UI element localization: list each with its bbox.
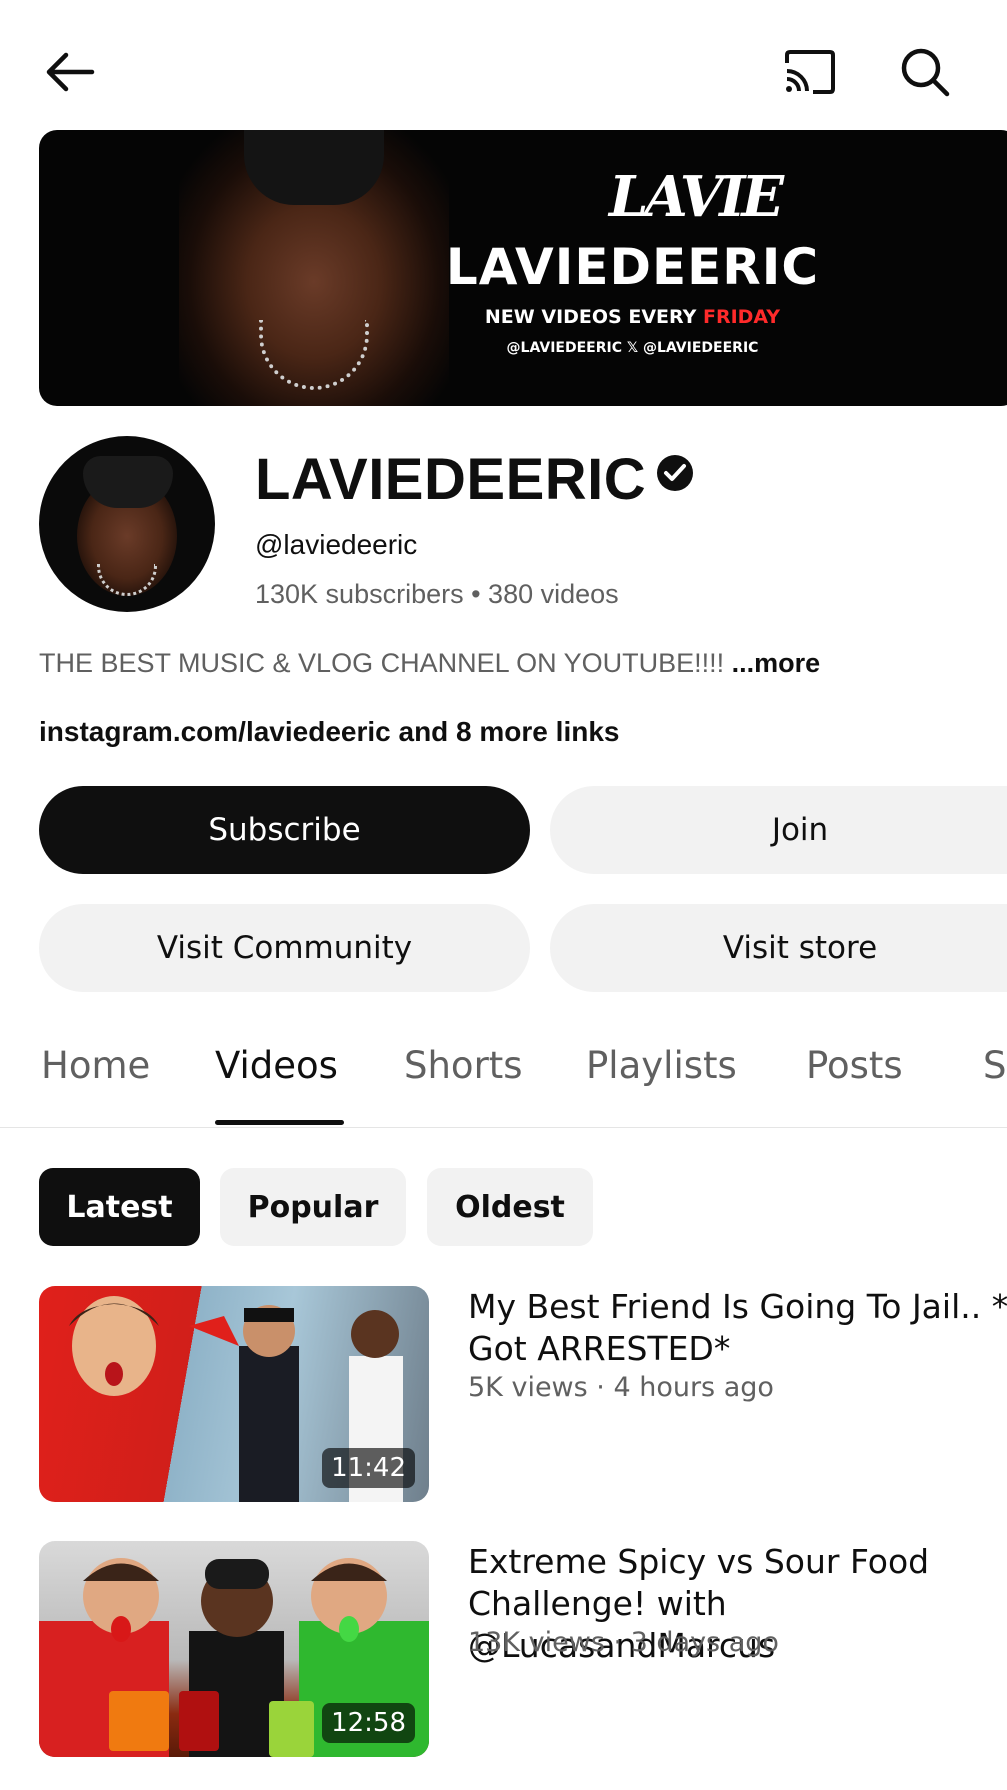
top-bar (0, 0, 1007, 130)
banner-tagline: NEW VIDEOS EVERY FRIDAY (405, 306, 860, 328)
back-arrow-icon (46, 52, 95, 92)
chip-oldest[interactable]: Oldest (427, 1168, 593, 1246)
video-item[interactable]: 11:42 My Best Friend Is Going To Jail.. … (39, 1286, 1007, 1502)
cast-icon (785, 50, 835, 94)
visit-store-button[interactable]: Visit store (550, 904, 1007, 992)
video-thumbnail[interactable]: 12:58 (39, 1541, 429, 1757)
tab-posts[interactable]: Posts (806, 1044, 903, 1087)
channel-handle: @laviedeeric (255, 529, 418, 560)
verified-badge-icon (657, 455, 693, 491)
video-duration: 11:42 (322, 1448, 415, 1488)
search-button[interactable] (885, 36, 965, 108)
channel-description[interactable]: THE BEST MUSIC & VLOG CHANNEL ON YOUTUBE… (39, 648, 820, 679)
tab-shorts[interactable]: Shorts (404, 1044, 523, 1087)
tab-home[interactable]: Home (41, 1044, 150, 1087)
chip-popular[interactable]: Popular (220, 1168, 406, 1246)
tab-store-partial[interactable]: S (983, 1044, 1007, 1087)
video-duration: 12:58 (322, 1703, 415, 1743)
back-button[interactable] (30, 36, 110, 108)
chip-latest[interactable]: Latest (39, 1168, 200, 1246)
tab-playlists[interactable]: Playlists (586, 1044, 737, 1087)
description-text: THE BEST MUSIC & VLOG CHANNEL ON YOUTUBE… (39, 648, 732, 678)
banner-tagline-highlight: FRIDAY (702, 306, 781, 328)
video-thumbnail[interactable]: 11:42 (39, 1286, 429, 1502)
avatar-hat (83, 456, 173, 508)
video-item[interactable]: 12:58 Extreme Spicy vs Sour Food Challen… (39, 1541, 1007, 1757)
join-button[interactable]: Join (550, 786, 1007, 874)
visit-community-button[interactable]: Visit Community (39, 904, 530, 992)
video-meta: 13K views · 3 days ago (468, 1627, 779, 1658)
subscribe-label: Subscribe (208, 812, 361, 848)
search-icon (901, 48, 950, 97)
banner-handles: @LAVIEDEERIC 𝕏 @LAVIEDEERIC (506, 340, 759, 356)
visit-community-label: Visit Community (156, 930, 413, 966)
video-title[interactable]: My Best Friend Is Going To Jail.. *I Got… (468, 1286, 1007, 1370)
description-more-link[interactable]: ...more (732, 648, 821, 678)
tab-videos[interactable]: Videos (215, 1044, 338, 1087)
video-meta: 5K views · 4 hours ago (468, 1372, 774, 1403)
banner-logo: LAVIE (609, 164, 784, 230)
channel-tabs: Home Videos Shorts Playlists Posts S (0, 1030, 1007, 1128)
channel-name: LAVIEDEERIC (255, 447, 647, 512)
avatar[interactable] (39, 436, 215, 612)
banner-title: LAVIEDEERIC (445, 238, 820, 296)
channel-links[interactable]: instagram.com/laviedeeric and 8 more lin… (39, 716, 619, 748)
banner-hat (244, 130, 384, 205)
subscribe-button[interactable]: Subscribe (39, 786, 530, 874)
cast-button[interactable] (770, 36, 850, 108)
channel-stats: 130K subscribers • 380 videos (255, 579, 619, 609)
channel-page: LAVIE LAVIEDEERIC NEW VIDEOS EVERY FRIDA… (0, 0, 1007, 1790)
banner-tagline-prefix: NEW VIDEOS EVERY (484, 306, 703, 328)
visit-store-label: Visit store (722, 930, 878, 966)
active-tab-indicator (215, 1120, 344, 1125)
avatar-necklace (97, 564, 157, 596)
join-label: Join (771, 812, 829, 848)
